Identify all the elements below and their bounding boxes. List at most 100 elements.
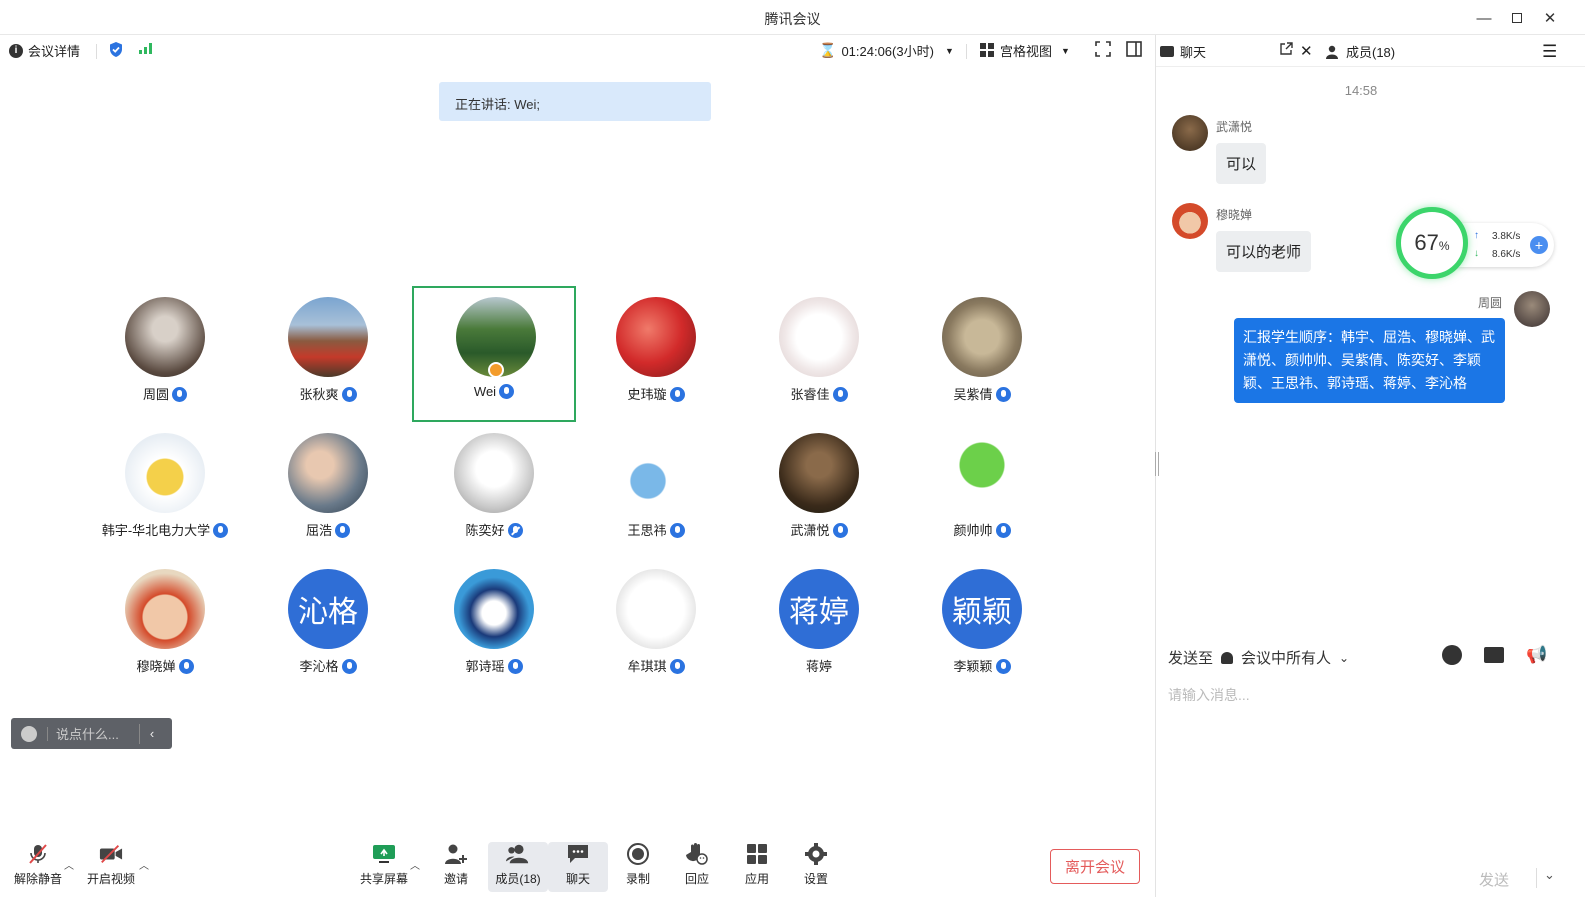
quick-comment-box[interactable]: 说点什么... ‹ <box>11 718 172 749</box>
megaphone-icon[interactable]: 📢 <box>1526 645 1547 665</box>
video-options-chevron-icon[interactable]: ︿ <box>139 857 149 872</box>
unmute-button[interactable]: 解除静音 <box>8 842 68 892</box>
participant-tile[interactable]: 韩宇-华北电力大学 <box>83 424 247 560</box>
participant-tile[interactable]: 张秋爽 <box>246 288 410 424</box>
participant-name: 郭诗瑶 <box>412 656 576 675</box>
participant-name-label: 周圆 <box>142 387 169 402</box>
view-mode-button[interactable]: 宫格视图 ▼ <box>980 41 1070 60</box>
fullscreen-button[interactable] <box>1095 41 1111 57</box>
members-button[interactable]: 成员(18) <box>488 842 548 892</box>
person-icon <box>1221 651 1234 664</box>
maximize-icon <box>1512 13 1522 23</box>
participant-name: 韩宇-华北电力大学 <box>83 520 247 539</box>
send-button-label: 发送 <box>1479 872 1510 889</box>
participant-tile[interactable]: 郭诗瑶 <box>412 560 576 696</box>
participant-tile[interactable]: 张睿佳 <box>737 288 901 424</box>
record-icon <box>626 842 650 866</box>
close-window-button[interactable]: ✕ <box>1536 6 1564 30</box>
chevron-down-icon: ▼ <box>944 45 954 56</box>
invite-label: 邀请 <box>443 872 468 886</box>
participant-name-label: 史玮璇 <box>627 387 667 402</box>
participant-name: 周圆 <box>83 384 247 403</box>
participant-tile[interactable]: Wei <box>412 286 576 422</box>
chevron-down-icon: ⌄ <box>1339 650 1350 665</box>
participant-name-label: 张睿佳 <box>790 387 830 402</box>
react-button[interactable]: 回应 <box>667 842 727 892</box>
audio-options-chevron-icon[interactable]: ︿ <box>64 857 74 872</box>
folder-icon[interactable] <box>1484 647 1504 663</box>
minimize-button[interactable]: — <box>1470 6 1498 30</box>
avatar[interactable] <box>1172 115 1208 151</box>
participant-name-label: 张秋爽 <box>299 387 339 402</box>
avatar <box>942 297 1022 377</box>
popout-icon <box>1280 42 1293 55</box>
participant-name: 王思祎 <box>574 520 738 539</box>
invite-button[interactable]: 邀请 <box>426 842 486 892</box>
camera-off-icon <box>99 842 123 866</box>
participant-name: 张睿佳 <box>737 384 901 403</box>
participant-name: 李沁格 <box>246 656 410 675</box>
participant-name: 穆晓婵 <box>83 656 247 675</box>
mic-muted-icon <box>26 842 50 866</box>
participant-tile[interactable]: 屈浩 <box>246 424 410 560</box>
popout-chat-button[interactable] <box>1280 42 1293 55</box>
cpu-usage-ring: 67% <box>1396 207 1468 279</box>
network-speed-widget[interactable]: ↑ 3.8K/s ↓ 8.6K/s + 67% <box>1396 207 1556 279</box>
message-input[interactable]: 请输入消息... <box>1168 685 1250 705</box>
send-to-selector[interactable]: 发送至 会议中所有人 ⌄ <box>1168 647 1349 668</box>
leave-meeting-button[interactable]: 离开会议 <box>1050 849 1140 884</box>
menu-button[interactable]: ☰ <box>1542 42 1557 62</box>
network-signal[interactable] <box>138 41 154 55</box>
participant-tile[interactable]: 牟琪琪 <box>574 560 738 696</box>
participant-tile[interactable]: 陈奕好 <box>412 424 576 560</box>
avatar[interactable] <box>1514 291 1550 327</box>
participant-name-label: Wei <box>473 384 497 399</box>
message-bubble: 可以的老师 <box>1216 231 1312 272</box>
share-screen-icon <box>372 842 396 866</box>
chat-button[interactable]: 聊天 <box>548 842 608 892</box>
participant-tile[interactable]: 沁格 李沁格 <box>246 560 410 696</box>
collapse-arrow-icon[interactable]: ‹ <box>150 726 154 741</box>
tab-chat-label: 聊天 <box>1180 45 1207 60</box>
plus-icon[interactable]: + <box>1530 236 1548 254</box>
security-status[interactable] <box>108 41 124 58</box>
toggle-sidebar-button[interactable] <box>1126 41 1142 57</box>
meeting-timer[interactable]: ⌛ 01:24:06(3小时) ▼ <box>819 41 954 60</box>
close-chat-button[interactable]: ✕ <box>1300 42 1313 60</box>
start-video-button[interactable]: 开启视频 <box>81 842 141 892</box>
participant-name: 颜帅帅 <box>900 520 1064 539</box>
participant-tile[interactable]: 王思祎 <box>574 424 738 560</box>
sidebar-icon <box>1126 41 1142 57</box>
gear-icon <box>804 842 828 866</box>
tab-chat[interactable]: 聊天 <box>1160 42 1206 61</box>
settings-button[interactable]: 设置 <box>786 842 846 892</box>
apps-button[interactable]: 应用 <box>727 842 787 892</box>
avatar <box>454 569 534 649</box>
participant-tile[interactable]: 颖颖 李颖颖 <box>900 560 1064 696</box>
emoji-icon[interactable] <box>1442 645 1462 665</box>
avatar <box>616 569 696 649</box>
participant-name-label: 吴紫倩 <box>953 387 993 402</box>
record-button[interactable]: 录制 <box>608 842 668 892</box>
participant-tile[interactable]: 周圆 <box>83 288 247 424</box>
participant-tile[interactable]: 吴紫倩 <box>900 288 1064 424</box>
participant-tile[interactable]: 武潇悦 <box>737 424 901 560</box>
participant-tile[interactable]: 穆晓婵 <box>83 560 247 696</box>
members-icon <box>1326 45 1338 59</box>
participant-tile[interactable]: 蒋婷 蒋婷 <box>737 560 901 696</box>
send-to-target: 会议中所有人 <box>1241 650 1332 667</box>
maximize-button[interactable] <box>1503 6 1531 30</box>
avatar[interactable] <box>1172 203 1208 239</box>
participant-tile[interactable]: 颜帅帅 <box>900 424 1064 560</box>
participant-name: 蒋婷 <box>737 656 901 675</box>
box-divider <box>138 723 140 744</box>
send-options-chevron-icon[interactable]: ⌄ <box>1544 867 1555 883</box>
participant-name: 陈奕好 <box>412 520 576 539</box>
mic-icon <box>178 659 194 674</box>
share-options-chevron-icon[interactable]: ︿ <box>410 857 420 872</box>
send-button[interactable]: 发送 <box>1479 869 1509 890</box>
tab-members[interactable]: 成员(18) <box>1324 42 1395 61</box>
meeting-details-button[interactable]: i 会议详情 <box>9 41 80 60</box>
share-screen-button[interactable]: 共享屏幕 <box>354 842 414 892</box>
participant-tile[interactable]: 史玮璇 <box>574 288 738 424</box>
